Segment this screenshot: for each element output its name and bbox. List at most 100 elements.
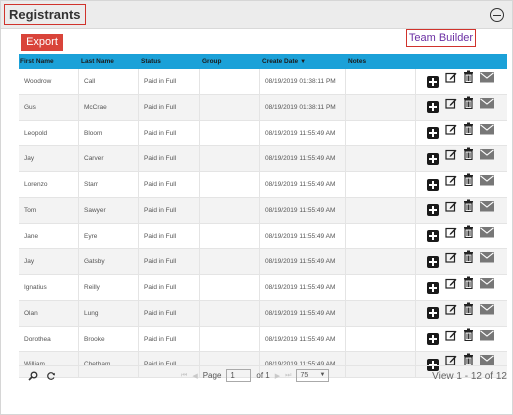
row-actions: [416, 146, 507, 171]
trash-icon[interactable]: [463, 275, 474, 300]
cell-notes: [346, 249, 416, 274]
cell-status: Paid in Full: [139, 223, 200, 249]
cell-notes: [346, 300, 416, 326]
cell-first-name: Tom: [19, 197, 79, 223]
column-header-status[interactable]: Status: [139, 54, 200, 69]
trash-icon[interactable]: [463, 121, 474, 146]
plus-icon[interactable]: [427, 230, 439, 242]
mail-icon[interactable]: [480, 327, 494, 352]
table-row[interactable]: Tom Sawyer Paid in Full 08/19/2019 11:55:49…: [19, 197, 507, 224]
collapse-icon[interactable]: [490, 8, 504, 22]
page-number-input[interactable]: 1: [226, 369, 252, 382]
column-header-create-date[interactable]: Create Date ▼: [260, 54, 346, 69]
edit-icon[interactable]: [445, 69, 457, 94]
edit-icon[interactable]: [445, 95, 457, 120]
cell-status: Paid in Full: [139, 120, 200, 146]
trash-icon[interactable]: [463, 69, 474, 94]
table-row[interactable]: Jay Carver Paid in Full 08/19/2019 11:55:49…: [19, 146, 507, 172]
table-row[interactable]: Olan Lung Paid in Full 08/19/2019 11:55:49 …: [19, 300, 507, 327]
plus-icon[interactable]: [427, 204, 439, 217]
cell-notes: [346, 223, 416, 249]
cell-first-name: Jay: [19, 146, 79, 171]
trash-icon[interactable]: [463, 95, 474, 120]
search-icon[interactable]: [28, 371, 38, 381]
cell-create-date: 08/19/2019 11:55:49 AM: [260, 223, 346, 249]
mail-icon[interactable]: [480, 301, 494, 326]
registrants-panel: Registrants Export Team Builder First Na…: [0, 0, 513, 415]
edit-icon[interactable]: [445, 301, 457, 326]
column-header-group[interactable]: Group: [200, 54, 260, 69]
edit-icon[interactable]: [445, 121, 457, 146]
plus-icon[interactable]: [427, 152, 439, 165]
cell-first-name: Woodrow: [19, 69, 79, 94]
cell-group: [200, 94, 260, 120]
pager: ⏮ ◀ Page 1 of 1 ▶ ⏭ 75 ▼ View 1 - 12 of 1…: [19, 365, 507, 386]
table-row[interactable]: Woodrow Call Paid in Full 08/19/2019 01:38:…: [19, 69, 507, 95]
cell-last-name: Bloom: [79, 120, 139, 146]
cell-status: Paid in Full: [139, 197, 200, 223]
table-row[interactable]: Leopold Bloom Paid in Full 08/19/2019 11:55…: [19, 120, 507, 147]
mail-icon[interactable]: [480, 95, 494, 120]
edit-icon[interactable]: [445, 275, 457, 300]
page-size-select[interactable]: 75 ▼: [296, 369, 330, 382]
column-header-last-name[interactable]: Last Name: [79, 54, 139, 69]
cell-create-date: 08/19/2019 11:55:49 AM: [260, 120, 346, 146]
plus-icon[interactable]: [427, 75, 439, 88]
plus-icon[interactable]: [427, 101, 439, 114]
cell-create-date: 08/19/2019 11:55:49 AM: [260, 300, 346, 326]
refresh-icon[interactable]: [46, 371, 56, 381]
cell-last-name: Call: [79, 69, 139, 94]
trash-icon[interactable]: [463, 301, 474, 326]
table-row[interactable]: Dorothea Brooke Paid in Full 08/19/2019 11:…: [19, 326, 507, 353]
trash-icon[interactable]: [463, 172, 474, 197]
plus-icon[interactable]: [427, 281, 439, 294]
mail-icon[interactable]: [480, 172, 494, 197]
plus-icon[interactable]: [427, 255, 439, 268]
prev-page-icon[interactable]: ◀: [192, 372, 197, 380]
mail-icon[interactable]: [480, 146, 494, 171]
team-builder-link[interactable]: Team Builder: [406, 29, 476, 47]
edit-icon[interactable]: [445, 198, 457, 223]
trash-icon[interactable]: [463, 198, 474, 223]
cell-last-name: Gatsby: [79, 249, 139, 274]
cell-create-date: 08/19/2019 11:55:49 AM: [260, 172, 346, 197]
trash-icon[interactable]: [463, 327, 474, 352]
table-row[interactable]: Jane Eyre Paid in Full 08/19/2019 11:55:49 …: [19, 223, 507, 250]
row-actions: [416, 327, 507, 352]
plus-icon[interactable]: [427, 307, 439, 320]
edit-icon[interactable]: [445, 146, 457, 171]
column-header-first-name[interactable]: First Name: [19, 54, 79, 69]
edit-icon[interactable]: [445, 249, 457, 274]
trash-icon[interactable]: [463, 146, 474, 171]
mail-icon[interactable]: [480, 224, 494, 249]
plus-icon[interactable]: [427, 333, 439, 345]
cell-create-date: 08/19/2019 11:55:49 AM: [260, 326, 346, 352]
cell-last-name: Lung: [79, 300, 139, 326]
export-button[interactable]: Export: [21, 34, 63, 51]
edit-icon[interactable]: [445, 224, 457, 249]
row-actions: [416, 172, 507, 197]
plus-icon[interactable]: [427, 127, 439, 139]
table-row[interactable]: Jay Gatsby Paid in Full 08/19/2019 11:55:49…: [19, 249, 507, 275]
last-page-icon[interactable]: ⏭: [285, 372, 291, 380]
mail-icon[interactable]: [480, 198, 494, 223]
mail-icon[interactable]: [480, 69, 494, 94]
column-header-notes[interactable]: Notes: [346, 54, 416, 69]
first-page-icon[interactable]: ⏮: [181, 372, 187, 380]
edit-icon[interactable]: [445, 327, 457, 352]
cell-notes: [346, 146, 416, 171]
edit-icon[interactable]: [445, 172, 457, 197]
mail-icon[interactable]: [480, 249, 494, 274]
table-row[interactable]: Gus McCrae Paid in Full 08/19/2019 01:38:11…: [19, 94, 507, 121]
table-row[interactable]: Lorenzo Starr Paid in Full 08/19/2019 11:55…: [19, 172, 507, 198]
mail-icon[interactable]: [480, 275, 494, 300]
cell-first-name: Lorenzo: [19, 172, 79, 197]
trash-icon[interactable]: [463, 224, 474, 249]
cell-last-name: Carver: [79, 146, 139, 171]
plus-icon[interactable]: [427, 178, 439, 191]
next-page-icon[interactable]: ▶: [275, 372, 280, 380]
mail-icon[interactable]: [480, 121, 494, 146]
table-row[interactable]: Ignatius Reilly Paid in Full 08/19/2019 11:…: [19, 275, 507, 301]
cell-notes: [346, 94, 416, 120]
trash-icon[interactable]: [463, 249, 474, 274]
